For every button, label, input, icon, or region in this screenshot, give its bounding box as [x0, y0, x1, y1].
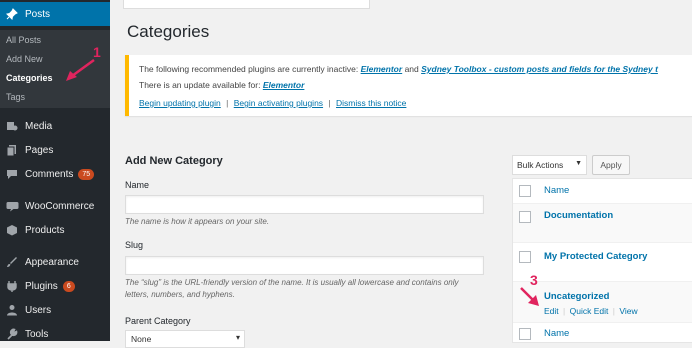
category-name-link[interactable]: Uncategorized [544, 291, 609, 302]
name-label: Name [125, 180, 150, 190]
select-all-checkbox-footer[interactable] [519, 328, 531, 340]
table-header-row: Name [513, 179, 692, 204]
dismiss-notice-link[interactable]: Dismiss this notice [336, 98, 406, 108]
main-content: Categories The following recommended plu… [110, 0, 692, 348]
comments-count-badge: 75 [78, 168, 95, 180]
submenu-add-new[interactable]: Add New [6, 54, 43, 64]
menu-products[interactable]: Products [0, 218, 110, 242]
woocommerce-icon [5, 199, 19, 213]
parent-category-value: None [131, 334, 152, 344]
menu-tools[interactable]: Tools [0, 322, 110, 346]
bulk-actions-label: Bulk Actions [517, 160, 564, 170]
notice-update-text: There is an update available for: [139, 80, 261, 90]
menu-posts-label: Posts [25, 8, 51, 20]
menu-appearance[interactable]: Appearance [0, 250, 110, 274]
products-icon [5, 223, 19, 237]
plugins-count-badge: 6 [62, 280, 75, 292]
edit-link[interactable]: Edit [544, 306, 559, 316]
table-row: Documentation [513, 204, 692, 243]
column-name-footer[interactable]: Name [544, 328, 569, 339]
menu-pages-label: Pages [25, 144, 54, 156]
menu-comments[interactable]: Comments 75 [0, 162, 110, 186]
notice-line-inactive: The following recommended plugins are cu… [139, 64, 658, 74]
apply-button[interactable]: Apply [592, 155, 630, 175]
name-description: The name is how it appears on your site. [125, 217, 270, 226]
bulk-actions-select[interactable]: Bulk Actions ▼ [512, 155, 587, 175]
menu-pages[interactable]: Pages [0, 138, 110, 162]
menu-media[interactable]: Media [0, 114, 110, 138]
slug-description-line-2: letters, numbers, and hyphens. [125, 290, 235, 299]
row-checkbox[interactable] [519, 211, 531, 223]
menu-woocommerce[interactable]: WooCommerce [0, 194, 110, 218]
parent-category-label: Parent Category [125, 316, 191, 326]
plugin-notice: The following recommended plugins are cu… [125, 55, 692, 116]
separator: | [328, 98, 331, 108]
link-elementor-update[interactable]: Elementor [263, 80, 305, 90]
slug-description: The “slug” is the URL-friendly version o… [125, 277, 505, 301]
separator: | [612, 306, 615, 316]
wrench-icon [5, 327, 19, 341]
category-name-link[interactable]: Documentation [544, 210, 613, 221]
menu-posts[interactable]: Posts [0, 2, 110, 26]
menu-products-label: Products [25, 224, 65, 236]
quick-edit-link[interactable]: Quick Edit [570, 306, 609, 316]
categories-table: Name Documentation My Protected Category… [512, 178, 692, 343]
slug-description-line-1: The “slug” is the URL-friendly version o… [125, 278, 459, 287]
menu-tools-label: Tools [25, 328, 49, 340]
row-actions: Edit | Quick Edit | View [544, 306, 638, 316]
annotation-arrow-3 [520, 287, 539, 306]
page-title: Categories [127, 22, 210, 41]
menu-comments-label: Comments [25, 168, 74, 180]
menu-woocommerce-label: WooCommerce [25, 200, 95, 212]
slug-input[interactable] [125, 256, 484, 275]
comments-icon [5, 167, 19, 181]
notice-actions: Begin updating plugin | Begin activating… [139, 98, 406, 108]
add-category-heading: Add New Category [125, 155, 223, 167]
parent-category-select[interactable]: None ▾ [125, 330, 245, 348]
menu-plugins-label: Plugins [25, 280, 58, 292]
chevron-down-icon: ▼ [575, 160, 582, 167]
submenu-all-posts[interactable]: All Posts [6, 35, 41, 45]
notice-inactive-text: The following recommended plugins are cu… [139, 64, 359, 74]
column-name-header[interactable]: Name [544, 185, 569, 196]
pin-icon [5, 7, 19, 21]
row-checkbox[interactable] [519, 251, 531, 263]
annotation-arrow-1 [66, 58, 95, 81]
media-icon [5, 119, 19, 133]
notice-line-update: There is an update available for: Elemen… [139, 80, 304, 90]
category-name-link[interactable]: My Protected Category [544, 251, 647, 262]
notice-and-text: and [404, 64, 419, 74]
users-icon [5, 303, 19, 317]
view-link[interactable]: View [619, 306, 637, 316]
pages-icon [5, 143, 19, 157]
top-box [123, 0, 370, 9]
table-footer-row: Name [513, 323, 692, 342]
begin-activating-link[interactable]: Begin activating plugins [234, 98, 323, 108]
separator: | [226, 98, 229, 108]
menu-media-label: Media [25, 120, 53, 132]
separator: | [563, 306, 566, 316]
appearance-icon [5, 255, 19, 269]
link-elementor[interactable]: Elementor [361, 64, 403, 74]
link-sydney-toolbox[interactable]: Sydney Toolbox - custom posts and fields… [421, 64, 658, 74]
slug-label: Slug [125, 240, 144, 250]
submenu-categories[interactable]: Categories [6, 73, 53, 83]
menu-appearance-label: Appearance [25, 256, 79, 268]
plugins-icon [5, 279, 19, 293]
table-row: My Protected Category [513, 243, 692, 282]
select-all-checkbox[interactable] [519, 185, 531, 197]
menu-users-label: Users [25, 304, 52, 316]
menu-users[interactable]: Users [0, 298, 110, 322]
begin-updating-link[interactable]: Begin updating plugin [139, 98, 221, 108]
submenu-tags[interactable]: Tags [6, 92, 25, 102]
name-input[interactable] [125, 195, 484, 214]
menu-plugins[interactable]: Plugins 6 [0, 274, 110, 298]
